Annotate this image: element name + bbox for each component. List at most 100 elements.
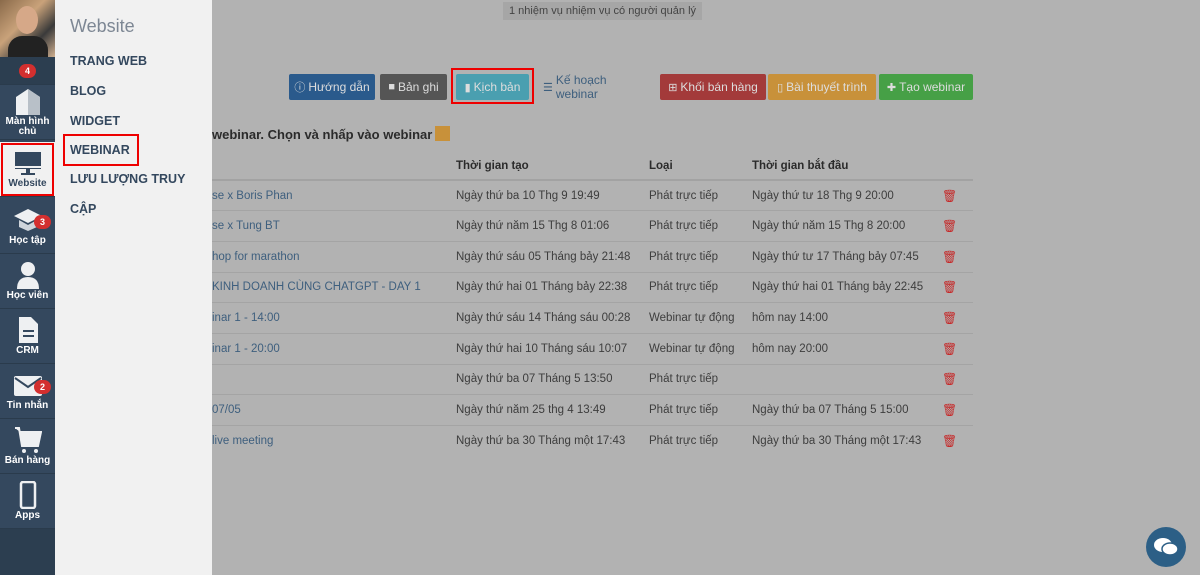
delete-cell: 🗑	[942, 179, 973, 211]
info-icon: ⓘ	[294, 82, 306, 94]
video-icon: ■	[388, 81, 395, 93]
delete-cell: 🗑	[942, 271, 973, 303]
sidebar-item-label: Màn hình chủ	[5, 116, 50, 137]
sidebar-item-tin-nhan[interactable]: Tin nhắn 2	[0, 364, 55, 419]
created-time: Ngày thứ sáu 05 Tháng bảy 21:48	[456, 240, 649, 273]
trash-icon[interactable]: 🗑	[942, 342, 957, 356]
created-time: Ngày thứ hai 01 Tháng bảy 22:38	[456, 271, 649, 303]
sidebar-item-ban-hang[interactable]: Bán hàng	[0, 419, 55, 474]
webinar-table: Thời gian tạo Loại Thời gian bắt đầu se …	[212, 152, 973, 457]
trash-icon[interactable]: 🗑	[942, 280, 957, 294]
start-time	[752, 363, 942, 395]
notification-badge[interactable]: 4	[18, 63, 36, 78]
sales-block-button[interactable]: ⊞ Khối bán hàng	[660, 74, 766, 100]
webinar-name[interactable]: 07/05	[212, 394, 456, 426]
grid-icon: ⊞	[668, 81, 678, 94]
table-row[interactable]: se x Boris Phan Ngày thứ ba 10 Thg 9 19:4…	[212, 179, 973, 211]
table-row[interactable]: inar 1 - 20:00 Ngày thứ hai 10 Tháng sáu …	[212, 332, 973, 365]
sidebar-item-hoc-tap[interactable]: Học tập 3	[0, 199, 55, 254]
trash-icon[interactable]: 🗑	[942, 189, 957, 203]
delete-cell: 🗑	[942, 240, 973, 273]
table-row[interactable]: hop for marathon Ngày thứ sáu 05 Tháng bả…	[212, 240, 973, 273]
guide-button[interactable]: ⓘ Hướng dẫn	[289, 74, 375, 100]
webinar-type: Phát trực tiếp	[649, 179, 752, 211]
webinar-plan-link[interactable]: ☰ Kế hoạch webinar	[543, 73, 647, 101]
start-time: Ngày thứ tư 17 Tháng bảy 07:45	[752, 240, 942, 273]
sidebar-item-home[interactable]: Màn hình chủ	[0, 85, 55, 140]
menu-item-blog[interactable]: BLOG	[70, 76, 212, 106]
start-time: hôm nay 20:00	[752, 332, 942, 365]
webinar-name[interactable]: live meeting	[212, 425, 456, 457]
header-created: Thời gian tạo	[456, 152, 649, 181]
presentation-button[interactable]: ▯ Bài thuyết trình	[768, 74, 876, 100]
webinar-name[interactable]: se x Boris Phan	[212, 179, 456, 211]
sidebar-item-crm[interactable]: CRM	[0, 309, 55, 364]
menu-item-widget[interactable]: WIDGET	[70, 106, 212, 136]
created-time: Ngày thứ năm 15 Thg 8 01:06	[456, 210, 649, 242]
start-time: Ngày thứ ba 07 Tháng 5 15:00	[752, 394, 942, 426]
trash-icon[interactable]: 🗑	[942, 311, 957, 325]
cart-icon	[14, 427, 42, 453]
document-icon	[18, 317, 38, 343]
file-icon: ▯	[777, 81, 784, 94]
chart-icon[interactable]	[435, 126, 451, 141]
webinar-name[interactable]: se x Tung BT	[212, 210, 456, 242]
webinar-name[interactable]: KINH DOANH CÙNG CHATGPT - DAY 1	[212, 271, 456, 303]
table-row[interactable]: 07/05 Ngày thứ năm 25 thg 4 13:49 Phát trự…	[212, 394, 973, 426]
sidebar-item-website[interactable]: Website	[0, 142, 55, 197]
start-time: Ngày thứ năm 15 Thg 8 20:00	[752, 210, 942, 242]
trash-icon[interactable]: 🗑	[942, 434, 957, 448]
menu-item-traffic[interactable]: LƯU LƯỢNG TRUY CẬP	[70, 164, 212, 216]
webinar-type: Phát trực tiếp	[649, 363, 752, 395]
webinar-type: Phát trực tiếp	[649, 425, 752, 457]
menu-item-trang-web[interactable]: TRANG WEB	[70, 46, 212, 76]
sidebar-item-label: CRM	[16, 345, 39, 356]
sidebar-item-label: Website	[8, 178, 47, 189]
webinar-type: Phát trực tiếp	[649, 271, 752, 303]
start-time: Ngày thứ ba 30 Tháng một 17:43	[752, 425, 942, 457]
count-badge: 3	[33, 215, 51, 229]
trash-icon[interactable]: 🗑	[942, 219, 957, 233]
table-row[interactable]: Ngày thứ ba 07 Tháng 5 13:50 Phát trực ti…	[212, 363, 973, 395]
highlight-box	[451, 68, 534, 104]
sidebar-item-label: Apps	[15, 510, 40, 521]
webinar-type: Phát trực tiếp	[649, 240, 752, 273]
table-row[interactable]: inar 1 - 14:00 Ngày thứ sáu 14 Tháng sáu …	[212, 302, 973, 334]
delete-cell: 🗑	[942, 425, 973, 457]
monitor-icon	[14, 152, 41, 175]
delete-cell: 🗑	[942, 394, 973, 426]
sidebar-item-hoc-vien[interactable]: Học viên	[0, 254, 55, 309]
recording-button[interactable]: ■ Bản ghi	[380, 74, 447, 100]
create-webinar-button[interactable]: ✚ Tạo webinar	[879, 74, 973, 100]
task-notice: 1 nhiệm vụ nhiệm vụ có người quản lý	[503, 2, 703, 20]
header-type: Loại	[649, 152, 752, 181]
table-row[interactable]: se x Tung BT Ngày thứ năm 15 Thg 8 01:06 P…	[212, 210, 973, 242]
delete-cell: 🗑	[942, 302, 973, 334]
webinar-name[interactable]: hop for marathon	[212, 240, 456, 273]
sidebar-item-label: Học tập	[9, 235, 46, 246]
menu-item-webinar[interactable]: WEBINAR	[63, 134, 139, 166]
list-icon: ☰	[543, 81, 553, 94]
sidebar-item-label: Học viên	[6, 290, 49, 301]
trash-icon[interactable]: 🗑	[942, 250, 957, 264]
table-row[interactable]: KINH DOANH CÙNG CHATGPT - DAY 1 Ngày thứ …	[212, 271, 973, 303]
webinar-name[interactable]	[212, 363, 456, 395]
chat-icon	[1154, 538, 1179, 556]
sidebar-item-apps[interactable]: Apps	[0, 474, 55, 529]
webinar-name[interactable]: inar 1 - 20:00	[212, 332, 456, 365]
count-badge: 2	[33, 380, 51, 394]
start-time: hôm nay 14:00	[752, 302, 942, 334]
trash-icon[interactable]: 🗑	[942, 403, 957, 417]
chat-button[interactable]	[1146, 527, 1186, 567]
website-flyout-menu: Website TRANG WEB BLOG WIDGET WEBINAR LƯ…	[55, 0, 212, 575]
phone-icon	[19, 481, 36, 509]
webinar-type: Webinar tự động	[649, 302, 752, 334]
webinar-type: Phát trực tiếp	[649, 394, 752, 426]
created-time: Ngày thứ sáu 14 Tháng sáu 00:28	[456, 302, 649, 334]
avatar[interactable]	[0, 0, 55, 57]
delete-cell: 🗑	[942, 363, 973, 395]
trash-icon[interactable]: 🗑	[942, 372, 957, 386]
table-row[interactable]: live meeting Ngày thứ ba 30 Tháng một 17:…	[212, 425, 973, 457]
created-time: Ngày thứ ba 07 Tháng 5 13:50	[456, 363, 649, 395]
webinar-name[interactable]: inar 1 - 14:00	[212, 302, 456, 334]
